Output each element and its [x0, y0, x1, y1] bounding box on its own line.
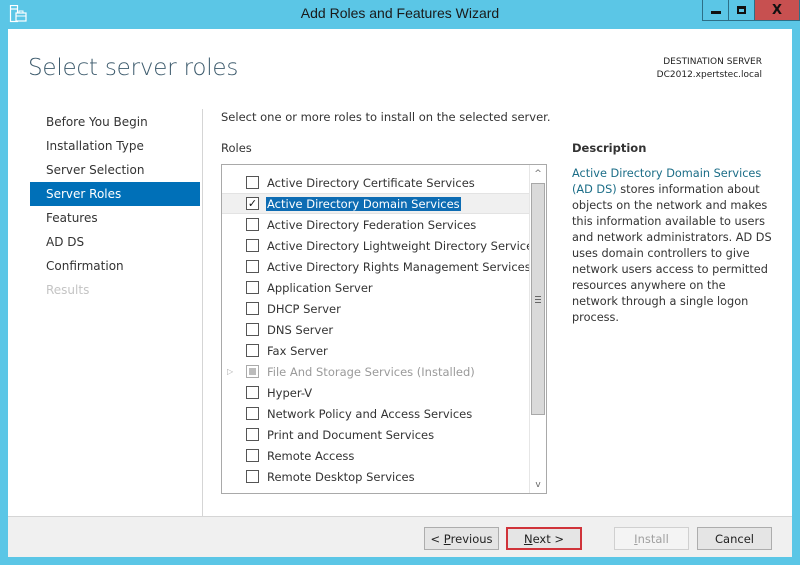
- role-label: Active Directory Certificate Services: [267, 175, 475, 190]
- role-item[interactable]: Active Directory Federation Services: [222, 214, 531, 235]
- minimize-icon: [710, 11, 721, 14]
- role-checkbox[interactable]: ✓: [246, 197, 259, 210]
- nav-step-server-roles[interactable]: Server Roles: [30, 182, 200, 206]
- chevron-up-icon: ^: [534, 168, 542, 179]
- destination-server-info: DESTINATION SERVER DC2012.xpertstec.loca…: [657, 56, 762, 82]
- window-controls: X: [702, 0, 800, 21]
- role-item[interactable]: Active Directory Rights Management Servi…: [222, 256, 531, 277]
- next-mnemonic: N: [523, 531, 533, 546]
- role-label: DHCP Server: [267, 301, 341, 316]
- role-checkbox[interactable]: [246, 218, 259, 231]
- role-item[interactable]: Active Directory Certificate Services: [222, 172, 531, 193]
- role-checkbox[interactable]: [246, 428, 259, 441]
- install-button: Install: [614, 527, 689, 550]
- wizard-content: Select server roles DESTINATION SERVER D…: [8, 29, 792, 557]
- grip-icon: [535, 295, 541, 303]
- role-label: Remote Access: [267, 448, 355, 463]
- nav-step-ad-ds[interactable]: AD DS: [30, 230, 200, 254]
- roles-list-box[interactable]: Active Directory Certificate Services ✓ Ac…: [221, 164, 547, 494]
- next-label: ext >: [532, 531, 565, 546]
- next-button[interactable]: Next >: [506, 527, 582, 550]
- destination-server-name: DC2012.xpertstec.local: [656, 70, 762, 80]
- scroll-up-button[interactable]: ^: [530, 165, 546, 182]
- description-text: Active Directory Domain Services (AD DS)…: [572, 166, 772, 326]
- nav-step-confirmation[interactable]: Confirmation: [30, 254, 200, 278]
- role-item[interactable]: Network Policy and Access Services: [222, 403, 531, 424]
- roles-scrollbar[interactable]: ^ v: [529, 165, 546, 493]
- role-item[interactable]: ✓ Active Directory Domain Services: [222, 193, 531, 214]
- role-label: Active Directory Domain Services: [266, 196, 461, 211]
- previous-mnemonic: P: [443, 531, 451, 546]
- wizard-steps-nav: Before You Begin Installation Type Server …: [30, 110, 200, 302]
- expand-arrow-icon[interactable]: ▷: [227, 367, 235, 376]
- nav-step-results: Results: [46, 283, 90, 297]
- role-label: Active Directory Lightweight Directory S…: [267, 238, 540, 253]
- role-checkbox[interactable]: [246, 281, 259, 294]
- role-item[interactable]: DNS Server: [222, 319, 531, 340]
- role-item[interactable]: Remote Access: [222, 445, 531, 466]
- nav-step-installation-type[interactable]: Installation Type: [30, 134, 200, 158]
- description-body: stores information about objects on the …: [572, 183, 772, 324]
- role-item[interactable]: Remote Desktop Services: [222, 466, 531, 487]
- previous-prefix: <: [430, 531, 444, 546]
- title-bar[interactable]: Add Roles and Features Wizard X: [0, 0, 800, 29]
- install-label: nstall: [637, 531, 669, 546]
- role-checkbox[interactable]: [246, 260, 259, 273]
- destination-server-label: DESTINATION SERVER: [663, 57, 762, 67]
- cancel-label: Cancel: [715, 531, 754, 546]
- close-icon: X: [771, 2, 783, 18]
- role-checkbox[interactable]: [246, 386, 259, 399]
- role-checkbox[interactable]: [246, 407, 259, 420]
- minimize-button[interactable]: [702, 0, 729, 21]
- maximize-button[interactable]: [728, 0, 755, 21]
- chevron-down-icon: v: [535, 479, 541, 490]
- role-item[interactable]: Application Server: [222, 277, 531, 298]
- role-item[interactable]: ▷ File And Storage Services (Installed): [222, 361, 531, 382]
- role-checkbox[interactable]: [246, 176, 259, 189]
- role-checkbox[interactable]: [246, 470, 259, 483]
- role-item[interactable]: Hyper-V: [222, 382, 531, 403]
- role-label: Print and Document Services: [267, 427, 435, 442]
- role-checkbox[interactable]: [246, 239, 259, 252]
- role-label: File And Storage Services (Installed): [267, 364, 475, 379]
- role-label: Hyper-V: [267, 385, 313, 400]
- window-title: Add Roles and Features Wizard: [300, 5, 500, 21]
- scrollbar-thumb[interactable]: [531, 183, 545, 415]
- role-checkbox: [246, 365, 259, 378]
- role-checkbox[interactable]: [246, 449, 259, 462]
- role-item[interactable]: Print and Document Services: [222, 424, 531, 445]
- description-heading: Description: [572, 141, 647, 155]
- wizard-footer: < Previous Next > Install Cancel: [8, 516, 792, 557]
- role-label: Remote Desktop Services: [267, 469, 415, 484]
- page-title: Select server roles: [28, 55, 239, 81]
- role-item[interactable]: DHCP Server: [222, 298, 531, 319]
- role-checkbox[interactable]: [246, 302, 259, 315]
- role-label: Fax Server: [267, 343, 328, 358]
- close-button[interactable]: X: [754, 0, 800, 21]
- nav-step-before-you-begin[interactable]: Before You Begin: [30, 110, 200, 134]
- role-checkbox[interactable]: [246, 323, 259, 336]
- role-item[interactable]: Fax Server: [222, 340, 531, 361]
- wizard-window: Add Roles and Features Wizard X Select s…: [0, 0, 800, 565]
- instruction-text: Select one or more roles to install on t…: [221, 110, 551, 124]
- role-label: Active Directory Rights Management Servi…: [267, 259, 531, 274]
- previous-label: revious: [450, 531, 493, 546]
- role-label: Active Directory Federation Services: [267, 217, 477, 232]
- roles-list: Active Directory Certificate Services ✓ Ac…: [222, 172, 539, 487]
- previous-button[interactable]: < Previous: [424, 527, 499, 550]
- role-label: DNS Server: [267, 322, 334, 337]
- nav-divider: [202, 109, 203, 519]
- checkmark-icon: ✓: [247, 197, 258, 210]
- nav-step-server-selection[interactable]: Server Selection: [30, 158, 200, 182]
- nav-step-features[interactable]: Features: [30, 206, 200, 230]
- roles-heading: Roles: [221, 141, 252, 155]
- role-item[interactable]: Active Directory Lightweight Directory S…: [222, 235, 539, 256]
- maximize-icon: [737, 6, 746, 14]
- scroll-down-button[interactable]: v: [530, 476, 546, 493]
- role-label: Application Server: [267, 280, 373, 295]
- cancel-button[interactable]: Cancel: [697, 527, 772, 550]
- role-label: Network Policy and Access Services: [267, 406, 473, 421]
- role-checkbox[interactable]: [246, 344, 259, 357]
